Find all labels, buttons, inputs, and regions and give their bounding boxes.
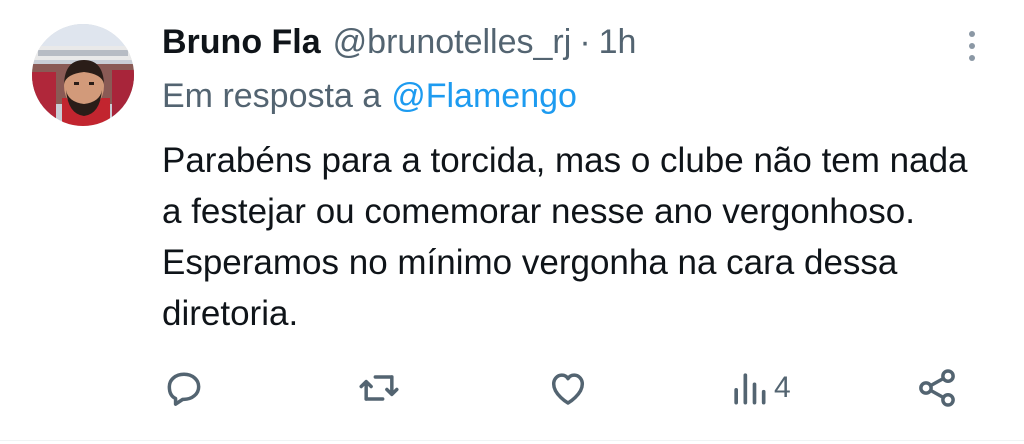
avatar[interactable]	[32, 24, 134, 126]
reply-button[interactable]	[162, 366, 206, 410]
views-count: 4	[774, 371, 791, 404]
tweet[interactable]: Bruno Fla @brunotelles_rj · 1h Em respos…	[0, 0, 1024, 444]
like-button[interactable]	[546, 366, 590, 410]
timestamp[interactable]: 1h	[599, 23, 637, 62]
avatar-image	[32, 24, 134, 126]
display-name[interactable]: Bruno Fla	[162, 23, 321, 62]
action-bar: 4	[0, 360, 1024, 416]
retweet-button[interactable]	[356, 366, 402, 410]
tweet-header: Bruno Fla @brunotelles_rj · 1h	[162, 18, 636, 66]
divider	[0, 440, 1024, 441]
reply-context: Em resposta a @Flamengo	[162, 72, 577, 120]
retweet-icon	[359, 375, 399, 401]
more-dot	[969, 43, 975, 49]
views-button[interactable]: 4	[730, 366, 791, 410]
more-vertical-icon[interactable]	[958, 26, 986, 66]
views-icon	[734, 373, 766, 405]
reply-prefix: Em resposta a	[162, 76, 382, 115]
like-icon	[551, 373, 585, 405]
user-handle[interactable]: @brunotelles_rj	[333, 23, 572, 62]
tweet-text: Parabéns para a torcida, mas o clube não…	[162, 141, 968, 333]
separator-dot: ·	[579, 22, 591, 61]
more-dot	[969, 31, 975, 37]
reply-icon	[167, 372, 201, 406]
reply-mention-link[interactable]: @Flamengo	[391, 77, 577, 116]
share-button[interactable]	[914, 366, 960, 410]
more-dot	[969, 55, 975, 61]
share-icon	[919, 369, 955, 407]
